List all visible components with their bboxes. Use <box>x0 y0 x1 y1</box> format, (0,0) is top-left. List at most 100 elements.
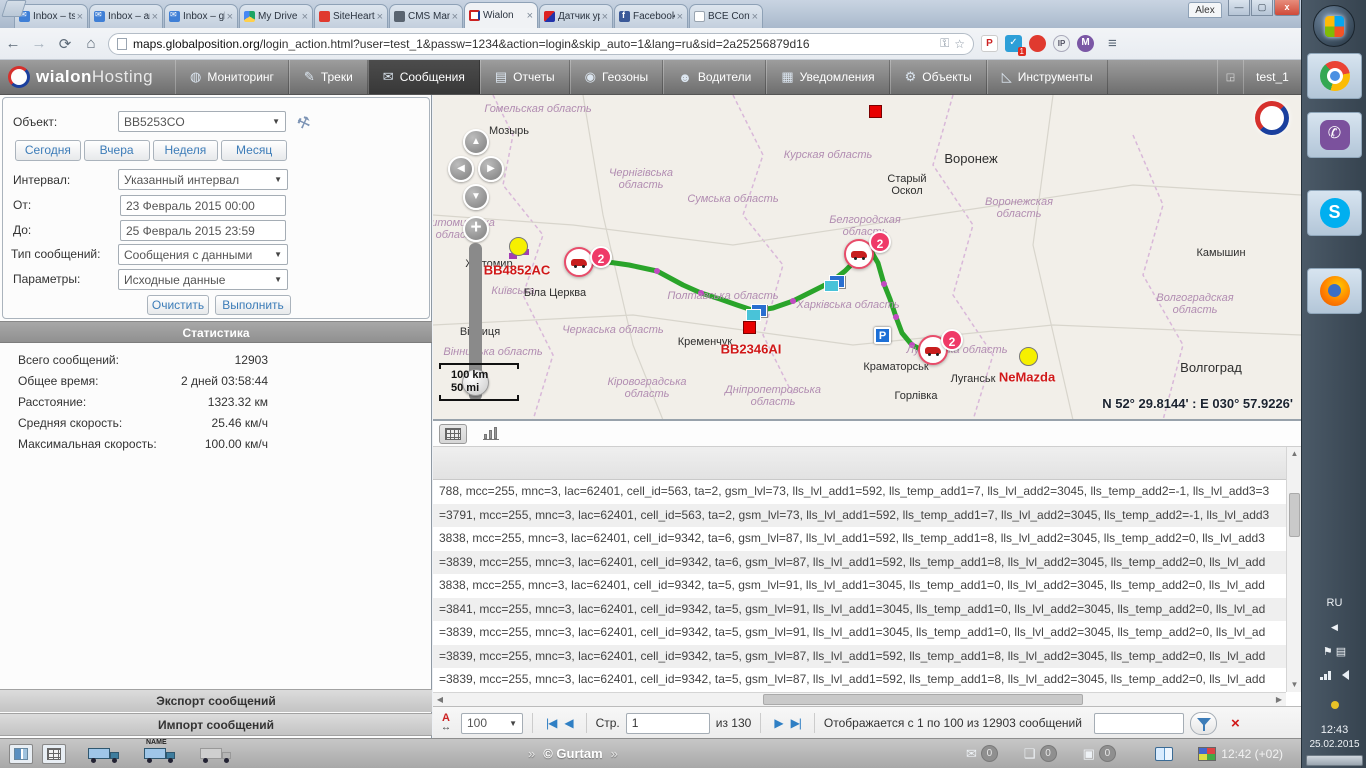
action-center-icon[interactable]: ⚑ <box>1323 646 1333 658</box>
message-row[interactable]: 3838, mcc=255, mnc=3, lac=62401, cell_id… <box>433 574 1286 598</box>
browser-tab[interactable]: My Drive - × <box>239 4 313 28</box>
nav-item[interactable]: ☻ Водители <box>663 60 766 94</box>
tab-close-icon[interactable]: × <box>677 11 683 23</box>
map-pan-left-button[interactable]: ◀ <box>448 156 474 182</box>
nav-item[interactable]: ▦ Уведомления <box>766 60 889 94</box>
browser-tab[interactable]: Датчик ур × <box>539 4 613 28</box>
yellow-dot-marker[interactable] <box>1019 347 1038 366</box>
yellow-dot-marker[interactable] <box>509 237 528 256</box>
prev-page-button[interactable]: ◀ <box>564 716 572 730</box>
window-close-button[interactable]: x <box>1274 0 1300 16</box>
map-source-icon[interactable] <box>1198 747 1216 761</box>
siteheart-extension-icon[interactable] <box>1029 35 1046 52</box>
chat-counter-icon[interactable]: ❑ <box>1024 746 1036 762</box>
tab-close-icon[interactable]: × <box>152 11 158 23</box>
tray-app-icon[interactable] <box>1302 700 1366 712</box>
home-button[interactable]: ⌂ <box>78 35 104 52</box>
scroll-right-icon[interactable]: ▶ <box>1272 693 1286 707</box>
wrench-icon[interactable]: ⚒ <box>294 110 317 133</box>
table-view-button[interactable] <box>439 424 467 444</box>
parking-icon[interactable]: P <box>874 327 891 344</box>
taskbar-skype-icon[interactable]: S <box>1307 190 1362 236</box>
map-pan-down-button[interactable]: ▼ <box>463 184 489 210</box>
horizontal-scrollbar[interactable]: ◀ ▶ <box>433 692 1286 706</box>
tab-close-icon[interactable]: × <box>752 11 758 23</box>
map-pan-up-button[interactable]: ▲ <box>463 129 489 155</box>
ip-extension-icon[interactable]: IP <box>1053 35 1070 52</box>
export-messages-button[interactable]: Экспорт сообщений <box>0 689 432 712</box>
filter-input[interactable] <box>1094 713 1184 734</box>
scroll-down-icon[interactable]: ▼ <box>1287 678 1302 692</box>
collapse-panel-icon[interactable]: ◲ <box>1217 60 1243 94</box>
taskbar-chrome-icon[interactable] <box>1307 53 1362 99</box>
cluster-count-badge[interactable]: 2 <box>869 231 891 253</box>
nav-item[interactable]: ✎ Треки <box>289 60 368 94</box>
quick-interval-button[interactable]: Месяц <box>221 140 287 161</box>
message-row[interactable]: 3838, mcc=255, mnc=3, lac=62401, cell_id… <box>433 527 1286 551</box>
message-type-select[interactable]: Сообщения с данными▼ <box>118 244 288 265</box>
tab-close-icon[interactable]: × <box>302 11 308 23</box>
browser-tab[interactable]: BCE Confi × <box>689 4 763 28</box>
m-extension-icon[interactable]: M <box>1077 35 1094 52</box>
browser-profile-button[interactable]: Alex <box>1188 2 1222 18</box>
quick-interval-button[interactable]: Сегодня <box>15 140 81 161</box>
interval-select[interactable]: Указанный интервал▼ <box>118 169 288 190</box>
window-minimize-button[interactable]: — <box>1228 0 1250 16</box>
page-number-input[interactable] <box>626 713 710 734</box>
media-counter-icon[interactable]: ▣ <box>1083 746 1095 762</box>
chevron-right-icon[interactable]: » <box>611 746 618 761</box>
network-signal-icon[interactable] <box>1320 670 1334 680</box>
message-row[interactable]: =3841, mcc=255, mnc=3, lac=62401, cell_i… <box>433 598 1286 622</box>
autofit-columns-icon[interactable]: A↔ <box>441 714 451 732</box>
browser-tab[interactable]: Facebook × <box>614 4 688 28</box>
message-row[interactable]: 788, mcc=255, mnc=3, lac=62401, cell_id=… <box>433 480 1286 504</box>
taskbar-firefox-icon[interactable] <box>1307 268 1362 314</box>
clipboard-icon[interactable]: ▤ <box>1336 646 1346 658</box>
browser-tab[interactable]: Wialon × <box>464 2 538 28</box>
nav-item[interactable]: ◉ Геозоны <box>570 60 664 94</box>
truck-icon[interactable] <box>88 745 122 763</box>
forward-button[interactable]: → <box>26 35 52 52</box>
check-extension-icon[interactable]: ✓ <box>1005 35 1022 52</box>
language-indicator[interactable]: RU <box>1302 597 1366 609</box>
message-row[interactable]: =3839, mcc=255, mnc=3, lac=62401, cell_i… <box>433 551 1286 575</box>
windows-start-button[interactable] <box>1313 5 1355 47</box>
last-page-button[interactable]: ▶| <box>791 716 801 730</box>
map-canvas[interactable]: Гомельская областьЧернігівська областьСу… <box>433 95 1301 420</box>
nav-item[interactable]: ◺ Инструменты <box>987 60 1108 94</box>
next-page-button[interactable]: ▶ <box>774 716 782 730</box>
nav-item[interactable]: ✉ Сообщения <box>368 60 480 94</box>
browser-tab[interactable]: CMS Man × <box>389 4 463 28</box>
tab-close-icon[interactable]: × <box>227 11 233 23</box>
browser-tab[interactable]: Inbox – tsc × <box>14 4 88 28</box>
log-book-icon[interactable] <box>1155 747 1173 761</box>
pdf-extension-icon[interactable]: P <box>981 35 998 52</box>
message-row[interactable]: =3839, mcc=255, mnc=3, lac=62401, cell_i… <box>433 621 1286 645</box>
browser-menu-icon[interactable]: ≡ <box>1108 35 1117 52</box>
first-page-button[interactable]: |◀ <box>546 716 556 730</box>
red-square-marker[interactable] <box>869 105 882 118</box>
browser-tab[interactable]: SiteHeart × <box>314 4 388 28</box>
quick-interval-button[interactable]: Неделя <box>153 140 219 161</box>
event-flag-icon[interactable] <box>751 304 767 317</box>
bookmark-star-icon[interactable]: ☆ <box>954 37 965 51</box>
from-date-input[interactable]: 23 Февраль 2015 00:00 <box>120 195 286 216</box>
browser-tab[interactable]: Inbox – an × <box>89 4 163 28</box>
message-row[interactable]: =3839, mcc=255, mnc=3, lac=62401, cell_i… <box>433 645 1286 669</box>
current-user-label[interactable]: test_1 <box>1243 60 1301 94</box>
grid-view-button[interactable] <box>42 744 66 764</box>
message-row[interactable]: =3839, mcc=255, mnc=3, lac=62401, cell_i… <box>433 668 1286 692</box>
split-view-button[interactable] <box>9 744 33 764</box>
import-messages-button[interactable]: Импорт сообщений <box>0 713 432 736</box>
nav-item[interactable]: ⚙ Объекты <box>890 60 987 94</box>
execute-button[interactable]: Выполнить <box>215 295 291 315</box>
messages-counter-icon[interactable]: ✉ <box>966 746 977 762</box>
event-flag-icon[interactable] <box>829 275 845 288</box>
window-maximize-button[interactable]: ▢ <box>1251 0 1273 16</box>
tab-close-icon[interactable]: × <box>602 11 608 23</box>
clock-time[interactable]: 12:43 <box>1302 724 1366 736</box>
tray-flags-icons[interactable]: ⚑ ▤ <box>1302 645 1366 658</box>
tab-close-icon[interactable]: × <box>527 10 533 22</box>
browser-tab[interactable]: Inbox – gl × <box>164 4 238 28</box>
network-volume-icons[interactable] <box>1302 670 1366 683</box>
